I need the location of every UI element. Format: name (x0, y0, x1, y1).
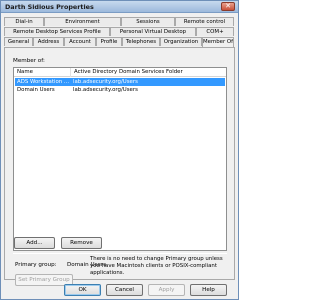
tab-sessions[interactable]: Sessions (121, 17, 175, 26)
remove-button[interactable]: Remove (61, 237, 102, 249)
tab-telephones[interactable]: Telephones (122, 37, 160, 46)
group-name: ADS Workstation ... (17, 79, 70, 85)
list-item[interactable]: Domain Users lab.adsecurity.org/Users (15, 86, 225, 94)
tab-address[interactable]: Address (33, 37, 64, 46)
tab-profile[interactable]: Profile (96, 37, 122, 46)
tab-row-2: Remote Desktop Services Profile Personal… (4, 27, 235, 36)
apply-button[interactable]: Apply (148, 284, 185, 296)
list-item[interactable]: ADS Workstation ... lab.adsecurity.org/U… (15, 78, 225, 86)
tab-personal-virtual-desktop[interactable]: Personal Virtual Desktop (110, 27, 196, 36)
primary-group-label: Primary group: (15, 262, 57, 268)
tab-com-plus[interactable]: COM+ (196, 27, 234, 36)
list-header: Name Active Directory Domain Services Fo… (14, 68, 226, 77)
close-icon[interactable]: ✕ (221, 2, 235, 11)
tab-remote-desktop-services-profile[interactable]: Remote Desktop Services Profile (4, 27, 110, 36)
tab-organization[interactable]: Organization (160, 37, 202, 46)
tab-dial-in[interactable]: Dial-in (4, 17, 44, 26)
properties-dialog: Darth Sidious Properties ✕ Dial-in Envir… (0, 0, 239, 300)
tab-row-1: Dial-in Environment Sessions Remote cont… (4, 17, 235, 26)
add-button[interactable]: Add... (14, 237, 55, 249)
member-of-list[interactable]: Name Active Directory Domain Services Fo… (13, 67, 227, 251)
cancel-button[interactable]: Cancel (106, 284, 143, 296)
tab-account[interactable]: Account (64, 37, 96, 46)
group-name: Domain Users (17, 87, 55, 93)
column-header-name[interactable]: Name (14, 68, 71, 77)
help-button[interactable]: Help (190, 284, 227, 296)
member-of-label: Member of: (13, 58, 45, 64)
group-folder: lab.adsecurity.org/Users (73, 79, 138, 85)
tab-row-3: General Address Account Profile Telephon… (4, 37, 235, 47)
tab-environment[interactable]: Environment (44, 17, 121, 26)
window-title: Darth Sidious Properties (5, 3, 94, 11)
member-of-panel: Member of: Name Active Directory Domain … (4, 47, 235, 286)
primary-group-note: There is no need to change Primary group… (90, 256, 223, 276)
section-divider (13, 253, 227, 254)
tab-member-of[interactable]: Member Of (202, 37, 234, 47)
column-header-folder[interactable]: Active Directory Domain Services Folder (71, 68, 226, 77)
tab-remote-control[interactable]: Remote control (175, 17, 234, 26)
ok-button[interactable]: OK (64, 284, 101, 296)
title-bar[interactable]: Darth Sidious Properties ✕ (1, 1, 238, 13)
tab-general[interactable]: General (4, 37, 33, 46)
group-folder: lab.adsecurity.org/Users (73, 87, 138, 93)
